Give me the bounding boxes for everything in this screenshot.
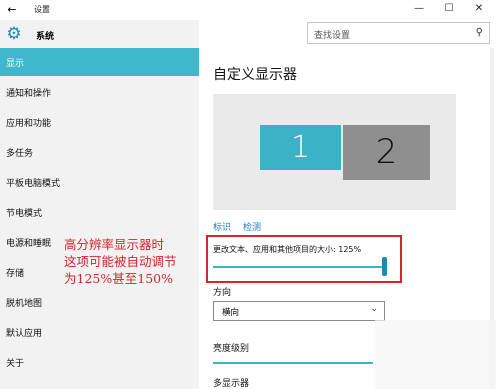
sidebar-item-battery-saver[interactable]: 节电模式 (0, 198, 199, 226)
window-title: 设置 (34, 5, 50, 14)
sidebar-item-offline-maps[interactable]: 脱机地图 (0, 288, 199, 316)
sidebar-item-label: 节电模式 (6, 209, 43, 219)
sidebar-header[interactable]: ⚙ 系统 (0, 20, 199, 48)
scale-slider-thumb[interactable] (382, 257, 387, 276)
multi-display-label: 多显示器 (213, 379, 250, 389)
monitor-1[interactable]: 1 (260, 125, 341, 170)
sidebar-item-label: 通知和操作 (6, 89, 52, 99)
sidebar-item-label: 电源和睡眠 (6, 239, 52, 249)
search-placeholder: 查找设置 (314, 31, 351, 41)
sidebar-item-multitasking[interactable]: 多任务 (0, 138, 199, 166)
close-button[interactable]: ✕ (464, 0, 494, 18)
scale-label: 更改文本、应用和其他项目的大小: 125% (213, 245, 362, 254)
chevron-down-icon: ⌄ (370, 304, 378, 314)
highlight-box (206, 235, 402, 283)
sidebar-header-label: 系统 (36, 32, 55, 42)
back-arrow-icon[interactable]: ← (4, 2, 20, 18)
title-bar: ← 设置 — ☐ ✕ (0, 0, 496, 20)
annotation-line: 为125%甚至150% (64, 271, 173, 286)
search-input[interactable]: 查找设置 ⚲ (307, 22, 490, 44)
display-arrangement-preview: 1 2 (213, 94, 456, 210)
monitor-2[interactable]: 2 (343, 125, 430, 180)
sidebar-item-default-apps[interactable]: 默认应用 (0, 318, 199, 346)
page-title: 自定义显示器 (213, 67, 297, 83)
sidebar: ⚙ 系统 显示 通知和操作 应用和功能 多任务 平板电脑模式 节电模式 电源和睡… (0, 20, 199, 389)
orientation-dropdown[interactable]: 横向 ⌄ (213, 301, 385, 321)
search-icon[interactable]: ⚲ (476, 27, 483, 38)
sidebar-item-label: 脱机地图 (6, 299, 43, 309)
sidebar-item-notifications[interactable]: 通知和操作 (0, 78, 199, 106)
watermark (375, 320, 496, 389)
identify-link[interactable]: 标识 (213, 220, 231, 233)
brightness-slider[interactable] (213, 362, 373, 364)
sidebar-item-label: 应用和功能 (6, 119, 52, 129)
minimize-button[interactable]: — (404, 0, 434, 18)
sidebar-item-label: 默认应用 (6, 329, 43, 339)
sidebar-item-label: 多任务 (6, 149, 34, 159)
sidebar-item-label: 显示 (6, 59, 25, 69)
scale-slider[interactable] (213, 266, 385, 268)
brightness-label: 亮度级别 (213, 344, 250, 354)
sidebar-item-apps[interactable]: 应用和功能 (0, 108, 199, 136)
sidebar-item-label: 关于 (6, 359, 25, 369)
sidebar-item-label: 存储 (6, 269, 25, 279)
sidebar-item-label: 平板电脑模式 (6, 179, 61, 189)
orientation-label: 方向 (213, 288, 232, 298)
sidebar-item-about[interactable]: 关于 (0, 348, 199, 376)
detect-link[interactable]: 检测 (243, 220, 261, 233)
gear-icon: ⚙ (6, 24, 22, 44)
maximize-button[interactable]: ☐ (434, 0, 464, 18)
sidebar-item-tablet-mode[interactable]: 平板电脑模式 (0, 168, 199, 196)
orientation-value: 横向 (222, 308, 240, 318)
sidebar-item-display[interactable]: 显示 (0, 48, 199, 76)
